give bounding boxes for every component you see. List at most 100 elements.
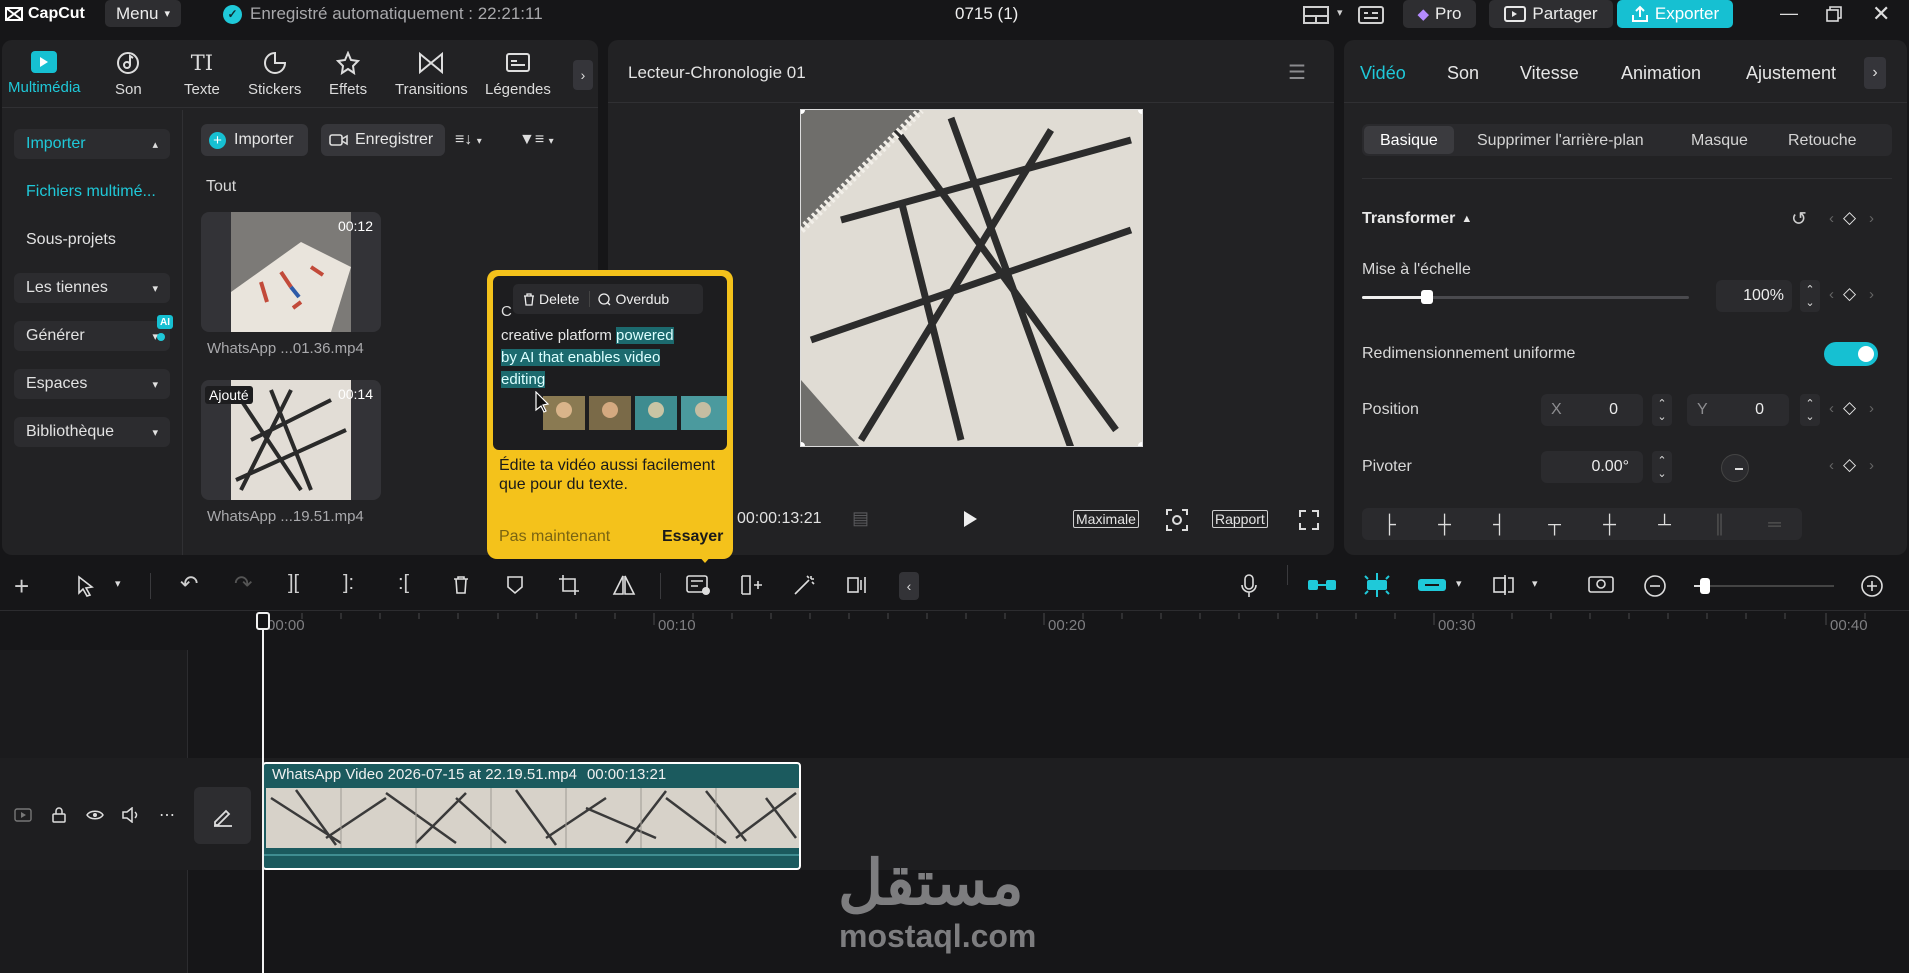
ratio-button[interactable]: Rapport <box>1212 510 1268 528</box>
restore-icon[interactable] <box>1826 6 1842 22</box>
scale-stepper[interactable]: ⌃ ⌄ <box>1800 280 1820 312</box>
shortcuts-icon[interactable] <box>1358 5 1384 25</box>
toolbar-more-chevron-icon[interactable]: › <box>573 60 593 90</box>
keyframe-icon[interactable]: ◇ <box>1843 208 1856 228</box>
cover-icon[interactable] <box>14 808 32 822</box>
main-track-magnet-icon[interactable] <box>1307 575 1337 595</box>
media-thumbnail[interactable]: 00:12 <box>201 212 381 332</box>
tab-stickers[interactable]: Stickers <box>248 51 301 98</box>
media-thumbnail[interactable]: Ajouté 00:14 <box>201 380 381 500</box>
list-icon[interactable]: ▤ <box>852 508 869 529</box>
keyframe-icon[interactable]: ◇ <box>1843 284 1856 304</box>
align-right-icon[interactable]: ┤ <box>1493 514 1506 535</box>
keyframe-icon[interactable]: ◇ <box>1843 398 1856 418</box>
subtab-remove-bg[interactable]: Supprimer l'arrière-plan <box>1477 132 1644 150</box>
next-keyframe-icon[interactable]: › <box>1869 210 1874 227</box>
align-center-h-icon[interactable]: ┼ <box>1438 514 1451 535</box>
select-cursor-icon[interactable] <box>76 575 96 597</box>
scale-slider-handle[interactable] <box>1421 290 1434 304</box>
sidebar-item-library[interactable]: Bibliothèque ▾ <box>14 417 170 447</box>
filter-icon[interactable]: ▼≡ ▾ <box>519 131 554 149</box>
crop-icon[interactable] <box>558 574 580 596</box>
subtab-mask[interactable]: Masque <box>1691 132 1748 150</box>
split-right-icon[interactable]: :[ <box>398 572 409 595</box>
timeline-clip[interactable]: WhatsApp Video 2026-07-15 at 22.19.51.mp… <box>262 762 801 870</box>
pro-button[interactable]: ◆ Pro <box>1403 0 1476 28</box>
prev-keyframe-icon[interactable]: ‹ <box>1829 210 1834 227</box>
lock-icon[interactable] <box>52 807 66 823</box>
zoom-in-icon[interactable] <box>1860 574 1884 598</box>
rotate-stepper[interactable]: ⌃ ⌄ <box>1652 451 1672 483</box>
tab-video[interactable]: Vidéo <box>1360 63 1406 84</box>
play-icon[interactable] <box>962 510 978 528</box>
position-x-input[interactable]: X 0 <box>1541 394 1643 426</box>
undo-icon[interactable]: ↶ <box>180 571 198 597</box>
quality-button[interactable]: Maximale <box>1073 510 1139 528</box>
prev-keyframe-icon[interactable]: ‹ <box>1829 457 1834 474</box>
sidebar-item-subprojects[interactable]: Sous-projets <box>14 231 116 249</box>
rotate-input[interactable]: 0.00° <box>1541 451 1643 483</box>
edit-cover-button[interactable] <box>194 787 251 844</box>
scale-input[interactable]: 100% <box>1716 280 1792 312</box>
position-y-input[interactable]: Y 0 <box>1687 394 1789 426</box>
hamburger-icon[interactable]: ☰ <box>1288 60 1306 85</box>
mark-icon[interactable] <box>506 575 524 595</box>
tab-multimedia[interactable]: Multimédia <box>8 51 81 96</box>
prev-keyframe-icon[interactable]: ‹ <box>1829 286 1834 303</box>
preview-axis-icon[interactable] <box>1493 574 1519 596</box>
screen-capture-icon[interactable] <box>1588 574 1614 596</box>
sidebar-item-generate[interactable]: Générer ▾ <box>14 321 170 351</box>
keyframe-icon[interactable]: ◇ <box>1843 455 1856 475</box>
chevron-down-icon[interactable]: ▾ <box>1456 577 1462 590</box>
tab-transitions[interactable]: Transitions <box>395 51 468 98</box>
tab-animation[interactable]: Animation <box>1621 63 1701 84</box>
mirror-icon[interactable] <box>612 574 636 596</box>
scale-slider-track[interactable] <box>1362 290 1689 304</box>
zoom-slider[interactable] <box>1694 578 1834 594</box>
microphone-icon[interactable] <box>1240 574 1258 598</box>
audio-split-icon[interactable] <box>846 574 870 596</box>
next-keyframe-icon[interactable]: › <box>1869 400 1874 417</box>
sidebar-item-media-files[interactable]: Fichiers multimé... <box>14 183 156 201</box>
reset-icon[interactable]: ↺ <box>1791 208 1807 231</box>
tab-legendes[interactable]: Légendes <box>485 51 551 98</box>
delete-icon[interactable] <box>452 575 470 595</box>
next-keyframe-icon[interactable]: › <box>1869 457 1874 474</box>
sort-icon[interactable]: ≡↓ ▾ <box>455 131 482 149</box>
video-preview[interactable] <box>800 109 1143 447</box>
playhead-handle[interactable] <box>256 612 270 630</box>
playhead[interactable] <box>262 612 264 973</box>
fullscreen-icon[interactable] <box>1298 509 1320 531</box>
layout-icon[interactable] <box>1303 5 1329 25</box>
rotate-dial[interactable] <box>1721 454 1749 482</box>
align-top-icon[interactable]: ┬ <box>1548 514 1561 535</box>
subtab-basic[interactable]: Basique <box>1380 132 1438 150</box>
sidebar-item-yours[interactable]: Les tiennes ▾ <box>14 273 170 303</box>
prev-keyframe-icon[interactable]: ‹ <box>1829 400 1834 417</box>
snap-icon[interactable] <box>1363 572 1391 598</box>
subtab-retouch[interactable]: Retouche <box>1788 132 1857 150</box>
not-now-button[interactable]: Pas maintenant <box>499 528 610 546</box>
link-icon[interactable] <box>1417 575 1447 595</box>
eye-icon[interactable] <box>86 809 104 821</box>
inspector-more-chevron-icon[interactable]: › <box>1864 57 1886 89</box>
tab-speed[interactable]: Vitesse <box>1520 63 1579 84</box>
close-icon[interactable]: ✕ <box>1872 1 1890 27</box>
tab-texte[interactable]: TI Texte <box>184 51 220 98</box>
freeze-frame-icon[interactable] <box>740 574 764 596</box>
try-button[interactable]: Essayer <box>662 528 723 546</box>
chevron-down-icon[interactable]: ▾ <box>1532 577 1538 590</box>
magic-edit-icon[interactable] <box>792 574 816 596</box>
split-icon[interactable]: ][ <box>288 572 299 595</box>
uniform-scale-toggle[interactable] <box>1824 342 1878 366</box>
sidebar-item-import[interactable]: Importer ▴ <box>14 129 170 159</box>
menu-button[interactable]: Menu ▾ <box>105 0 181 27</box>
more-options-icon[interactable]: ⋯ <box>159 805 175 825</box>
collapse-toolbar-icon[interactable]: ‹ <box>899 572 919 600</box>
tab-sound[interactable]: Son <box>1447 63 1479 84</box>
sidebar-item-spaces[interactable]: Espaces ▾ <box>14 369 170 399</box>
align-left-icon[interactable]: ├ <box>1383 514 1396 535</box>
redo-icon[interactable]: ↷ <box>234 571 252 597</box>
filter-all-label[interactable]: Tout <box>206 178 236 196</box>
transform-section[interactable]: Transformer ▲ <box>1362 210 1472 228</box>
